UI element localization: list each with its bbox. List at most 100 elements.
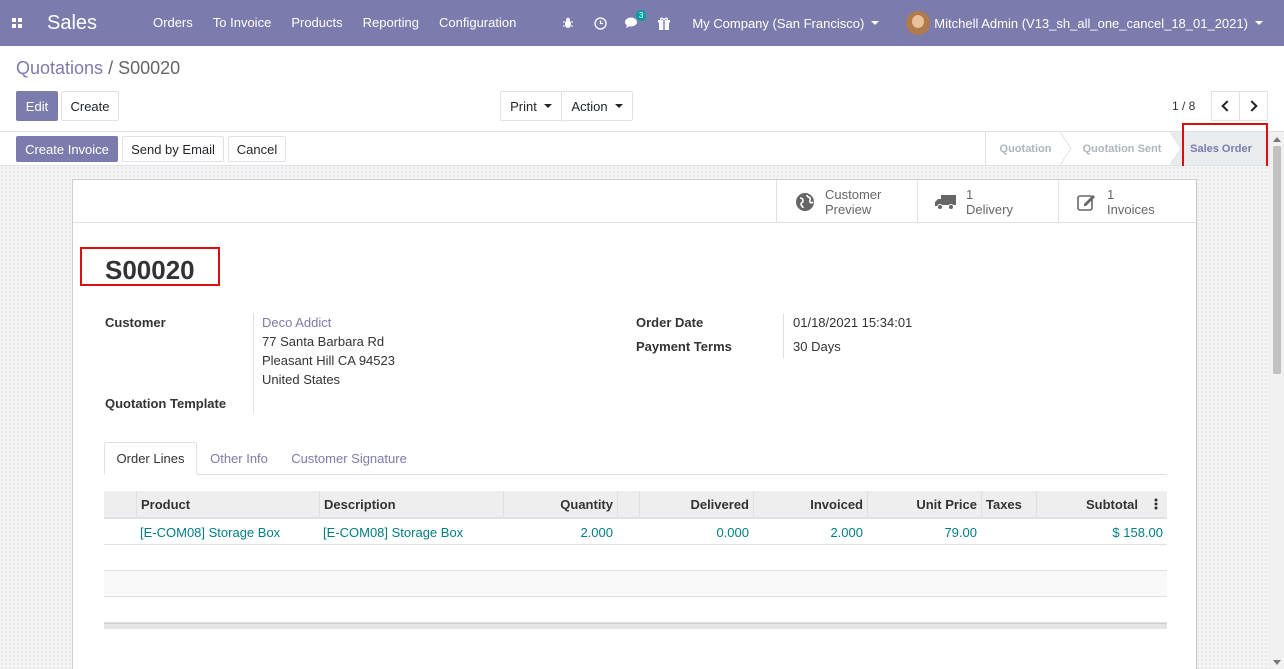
cell-taxes bbox=[981, 519, 1036, 545]
chevron-down-icon bbox=[614, 104, 623, 108]
order-date-label: Order Date bbox=[636, 315, 704, 330]
bug-icon[interactable] bbox=[552, 0, 584, 46]
stage-quotation[interactable]: Quotation bbox=[985, 132, 1065, 165]
menu-orders[interactable]: Orders bbox=[143, 0, 203, 46]
scroll-down-icon[interactable] bbox=[1273, 660, 1281, 665]
send-by-email-button[interactable]: Send by Email bbox=[122, 136, 224, 162]
column-spacer bbox=[617, 491, 639, 517]
stage-arrow-icon bbox=[1170, 132, 1182, 165]
breadcrumb: Quotations / S00020 bbox=[16, 58, 180, 79]
quotation-template-label: Quotation Template bbox=[105, 396, 227, 411]
breadcrumb-quotations[interactable]: Quotations bbox=[16, 58, 103, 78]
chevron-down-icon bbox=[543, 104, 552, 108]
scrollbar-thumb[interactable] bbox=[1273, 146, 1281, 374]
field-divider bbox=[783, 313, 784, 359]
customer-label: Customer bbox=[105, 315, 166, 330]
column-taxes[interactable]: Taxes bbox=[981, 491, 1036, 517]
table-footer bbox=[104, 623, 1167, 629]
column-product[interactable]: Product bbox=[136, 491, 319, 517]
chevron-right-icon bbox=[1246, 100, 1258, 112]
scroll-up-icon[interactable] bbox=[1273, 137, 1281, 142]
customer-link[interactable]: Deco Addict bbox=[262, 315, 331, 330]
chevron-down-icon bbox=[871, 21, 880, 25]
column-quantity[interactable]: Quantity bbox=[503, 491, 617, 517]
messages-badge: 3 bbox=[635, 10, 647, 21]
cell-delivered: 0.000 bbox=[716, 524, 749, 540]
pager-next-button[interactable] bbox=[1239, 91, 1268, 121]
form-sheet: Customer Preview 1 Delivery 1 Invoices S000… bbox=[72, 179, 1197, 669]
cell-product: [E-COM08] Storage Box bbox=[140, 524, 281, 540]
cell-unit-price: 79.00 bbox=[944, 524, 977, 540]
smart-button-box: Customer Preview 1 Delivery 1 Invoices bbox=[73, 180, 1196, 223]
truck-icon bbox=[934, 194, 958, 210]
address-line-3: United States bbox=[262, 372, 341, 387]
payment-terms-label: Payment Terms bbox=[636, 339, 732, 354]
print-label: Print bbox=[510, 98, 537, 114]
systray: 3 bbox=[552, 0, 680, 46]
payment-terms-value: 30 Days bbox=[793, 339, 841, 354]
address-line-2: Pleasant Hill CA 94523 bbox=[262, 353, 395, 368]
top-navbar: Sales Orders To Invoice Products Reporti… bbox=[0, 0, 1284, 46]
address-line-1: 77 Santa Barbara Rd bbox=[262, 334, 385, 349]
delivery-button[interactable]: 1 Delivery bbox=[917, 180, 1058, 223]
tab-order-lines[interactable]: Order Lines bbox=[104, 442, 197, 475]
statusbar: Create Invoice Send by Email Cancel Quot… bbox=[0, 131, 1284, 166]
clock-icon[interactable] bbox=[584, 0, 616, 46]
empty-row bbox=[104, 597, 1167, 623]
column-unit-price[interactable]: Unit Price bbox=[867, 491, 981, 517]
pencil-square-icon bbox=[1075, 193, 1099, 211]
column-description[interactable]: Description bbox=[319, 491, 503, 517]
cancel-button[interactable]: Cancel bbox=[228, 136, 286, 162]
gift-icon[interactable] bbox=[648, 0, 680, 46]
field-divider bbox=[253, 313, 254, 413]
cell-quantity: 2.000 bbox=[580, 524, 613, 540]
menu-products[interactable]: Products bbox=[281, 0, 352, 46]
breadcrumb-separator: / bbox=[103, 58, 119, 78]
tab-other-info[interactable]: Other Info bbox=[201, 442, 277, 475]
invoices-label: Invoices bbox=[1107, 201, 1155, 217]
globe-icon bbox=[793, 192, 817, 212]
column-delivered[interactable]: Delivered bbox=[639, 491, 753, 517]
pager-previous-button[interactable] bbox=[1211, 91, 1240, 121]
column-subtotal[interactable]: Subtotal bbox=[1036, 491, 1142, 517]
tab-customer-signature[interactable]: Customer Signature bbox=[284, 442, 414, 475]
apps-menu-icon[interactable] bbox=[0, 0, 34, 46]
vertical-scrollbar[interactable] bbox=[1270, 132, 1284, 669]
company-switcher[interactable]: My Company (San Francisco) bbox=[692, 15, 880, 31]
empty-row bbox=[104, 571, 1167, 597]
highlight-frame-order bbox=[80, 247, 220, 286]
cell-invoiced: 2.000 bbox=[830, 524, 863, 540]
invoices-button[interactable]: 1 Invoices bbox=[1058, 180, 1199, 223]
table-row[interactable]: [E-COM08] Storage Box [E-COM08] Storage … bbox=[104, 519, 1167, 545]
edit-button[interactable]: Edit bbox=[16, 91, 58, 121]
empty-row bbox=[104, 545, 1167, 571]
action-label: Action bbox=[571, 98, 608, 114]
customer-preview-button[interactable]: Customer Preview bbox=[776, 180, 917, 223]
delivery-label: Delivery bbox=[966, 201, 1013, 217]
create-invoice-button[interactable]: Create Invoice bbox=[16, 136, 118, 162]
order-date-value: 01/18/2021 15:34:01 bbox=[793, 315, 913, 330]
user-name: Mitchell Admin (V13_sh_all_one_cancel_18… bbox=[934, 15, 1248, 31]
cell-subtotal: $ 158.00 bbox=[1112, 524, 1163, 540]
messages-icon[interactable]: 3 bbox=[616, 0, 648, 46]
breadcrumb-current: S00020 bbox=[118, 58, 181, 78]
app-name[interactable]: Sales bbox=[47, 12, 97, 35]
action-dropdown[interactable]: Action bbox=[561, 91, 633, 121]
cell-description: [E-COM08] Storage Box bbox=[323, 524, 464, 540]
smart-label-line1: Customer bbox=[825, 186, 882, 202]
smart-label-line2: Preview bbox=[825, 201, 872, 217]
notebook-tabs: Order Lines Other Info Customer Signatur… bbox=[104, 442, 1167, 475]
table-header: Product Description Quantity Delivered I… bbox=[104, 491, 1167, 519]
print-dropdown[interactable]: Print bbox=[500, 91, 562, 121]
company-name: My Company (San Francisco) bbox=[692, 15, 865, 31]
column-invoiced[interactable]: Invoiced bbox=[753, 491, 867, 517]
menu-configuration[interactable]: Configuration bbox=[429, 0, 526, 46]
delivery-count: 1 bbox=[966, 186, 974, 202]
menu-to-invoice[interactable]: To Invoice bbox=[203, 0, 282, 46]
pager-value[interactable]: 1 / 8 bbox=[1172, 99, 1195, 113]
menu-reporting[interactable]: Reporting bbox=[353, 0, 429, 46]
create-button[interactable]: Create bbox=[61, 91, 119, 121]
stage-quotation-sent[interactable]: Quotation Sent bbox=[1070, 132, 1174, 165]
user-menu[interactable]: Mitchell Admin (V13_sh_all_one_cancel_18… bbox=[906, 11, 1263, 35]
optional-columns-icon[interactable] bbox=[1150, 491, 1167, 517]
